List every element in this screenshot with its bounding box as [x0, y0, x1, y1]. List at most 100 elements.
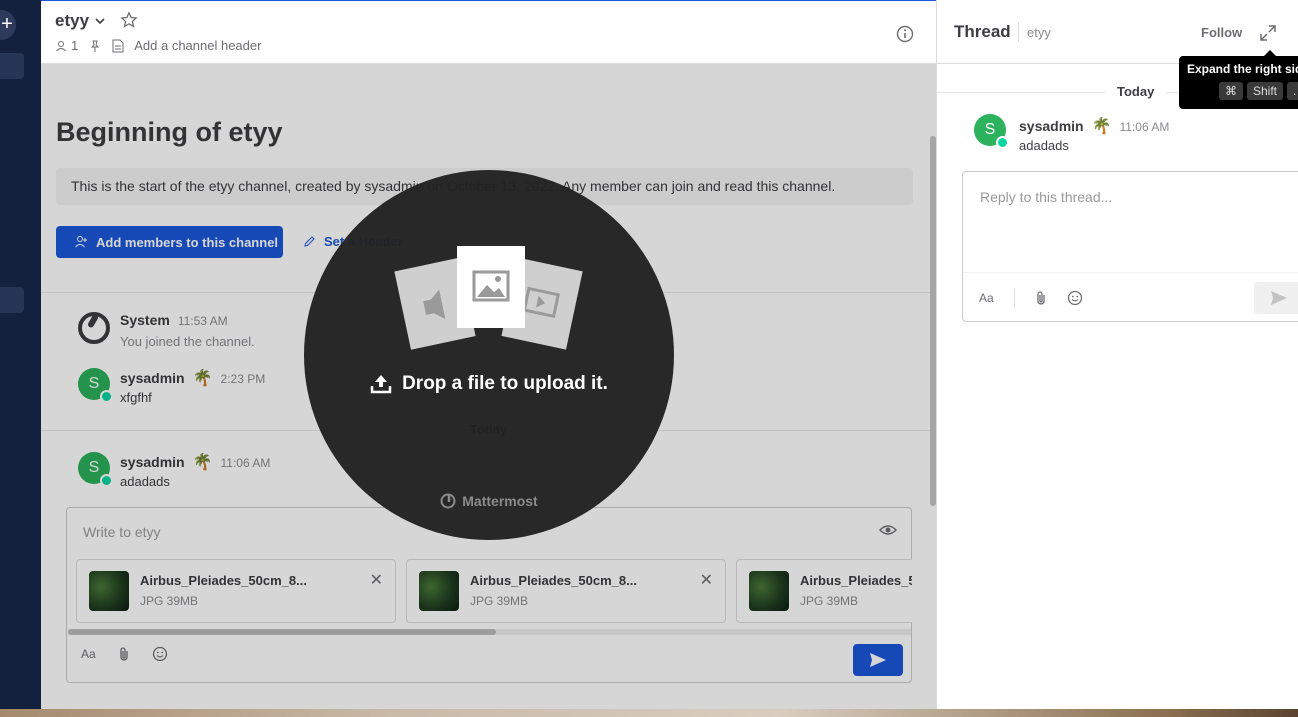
file-attachment[interactable]: Airbus_Pleiades_50cm_8... JPG 39MB ✕: [76, 559, 396, 623]
avatar-letter: S: [984, 121, 996, 138]
channel-meta: 1 Add a channel header: [55, 38, 261, 53]
formatting-toolbar: Aa: [81, 646, 168, 662]
emoji-icon[interactable]: [1067, 290, 1083, 306]
team-sidebar: +: [0, 0, 41, 709]
attachment-icon[interactable]: [1035, 290, 1047, 306]
file-size: JPG 39MB: [800, 594, 859, 608]
divider: [963, 272, 1298, 273]
key: ⌘: [1219, 82, 1243, 100]
shortcut-keys: ⌘ Shift .: [1219, 82, 1298, 100]
file-attachment[interactable]: Airbus_Pleiades_50c JPG 39MB: [736, 559, 912, 623]
brand-name: Mattermost: [462, 493, 538, 509]
file-size: JPG 39MB: [140, 594, 199, 608]
thread-panel: Thread etyy Follow Today S sysadmin 🌴 11…: [936, 0, 1298, 709]
member-icon: [56, 40, 66, 51]
info-icon[interactable]: [896, 25, 914, 43]
online-status-icon: [100, 474, 113, 487]
add-team-button[interactable]: +: [0, 10, 16, 40]
post-text: xfgfhf: [120, 390, 152, 405]
avatar-letter: S: [88, 459, 100, 476]
mattermost-logo-icon: [440, 493, 456, 509]
close-icon[interactable]: ✕: [370, 570, 383, 590]
post-text: adadads: [120, 474, 170, 489]
post-user[interactable]: sysadmin: [120, 370, 185, 386]
expand-icon[interactable]: [1259, 24, 1277, 42]
upload-icon: [370, 375, 392, 394]
file-attachments: Airbus_Pleiades_50cm_8... JPG 39MB ✕ Air…: [76, 559, 912, 623]
file-name: Airbus_Pleiades_50cm_8...: [140, 573, 307, 588]
post-user[interactable]: System: [120, 312, 170, 328]
post-user[interactable]: sysadmin: [1019, 118, 1084, 134]
tooltip-text: Expand the right sidebar: [1187, 62, 1298, 76]
reply-composer: Reply to this thread... Aa: [962, 171, 1298, 322]
file-thumbnail: [89, 571, 129, 611]
close-icon[interactable]: ✕: [700, 570, 713, 590]
post: S sysadmin 🌴 2:23 PM xfgfhf: [78, 368, 265, 405]
eye-icon[interactable]: [879, 523, 897, 537]
member-count-button[interactable]: 1: [55, 38, 78, 53]
thread-post: S sysadmin 🌴 11:06 AM adadads: [974, 114, 1169, 153]
upload-text: Drop a file to upload it.: [402, 373, 608, 394]
reply-input[interactable]: Reply to this thread...: [980, 189, 1112, 205]
divider: [1013, 288, 1015, 308]
add-members-label: Add members to this channel: [96, 234, 279, 250]
member-count: 1: [71, 38, 79, 53]
thread-channel-link[interactable]: etyy: [1027, 25, 1051, 40]
channel-header-placeholder[interactable]: Add a channel header: [134, 38, 261, 53]
team-item[interactable]: [0, 53, 24, 79]
add-user-icon: [75, 236, 87, 248]
message-input[interactable]: Write to etyy: [83, 524, 161, 540]
send-button[interactable]: [1254, 282, 1298, 314]
file-drop-overlay: Drop a file to upload it. Mattermost: [304, 170, 674, 540]
post-text: adadads: [1019, 138, 1069, 153]
post-user[interactable]: sysadmin: [120, 454, 185, 470]
emoji-icon[interactable]: [152, 646, 168, 662]
file-thumbnail: [419, 571, 459, 611]
avatar[interactable]: S: [974, 114, 1009, 149]
file-name: Airbus_Pleiades_50c: [800, 573, 912, 588]
send-button[interactable]: [853, 644, 903, 676]
channel-header: etyy 1 Add a channel header: [41, 0, 936, 64]
upload-message: Drop a file to upload it.: [304, 373, 674, 395]
post-time[interactable]: 11:53 AM: [178, 314, 228, 328]
follow-button[interactable]: Follow: [1201, 25, 1242, 40]
desktop-background-strip: [0, 709, 1298, 717]
post-time[interactable]: 11:06 AM: [221, 456, 271, 470]
pencil-icon: [304, 236, 315, 247]
format-button[interactable]: Aa: [81, 647, 96, 661]
add-members-button[interactable]: Add members to this channel: [56, 226, 283, 258]
file-name: Airbus_Pleiades_50cm_8...: [470, 573, 637, 588]
post: S sysadmin 🌴 11:06 AM adadads: [78, 452, 270, 489]
post-text: You joined the channel.: [120, 334, 255, 349]
thread-title: Thread: [954, 22, 1011, 41]
file-icon[interactable]: [112, 39, 124, 53]
avatar[interactable]: S: [78, 452, 113, 487]
expand-tooltip: Expand the right sidebar ⌘ Shift .: [1179, 50, 1298, 109]
channel-name-button[interactable]: etyy: [55, 11, 105, 31]
chevron-down-icon: [95, 18, 105, 25]
team-item[interactable]: [0, 287, 24, 313]
thread-header: Thread etyy Follow: [937, 0, 1298, 64]
attachments-scrollbar-thumb[interactable]: [68, 629, 496, 635]
divider: [1018, 22, 1019, 42]
attachment-icon[interactable]: [118, 646, 130, 662]
send-icon: [1271, 291, 1287, 305]
key: .: [1287, 82, 1298, 100]
file-attachment[interactable]: Airbus_Pleiades_50cm_8... JPG 39MB ✕: [406, 559, 726, 623]
brand: Mattermost: [304, 493, 674, 509]
status-emoji: 🌴: [192, 370, 213, 387]
send-icon: [870, 653, 886, 667]
format-button[interactable]: Aa: [979, 291, 994, 305]
avatar-letter: S: [88, 375, 100, 392]
post-time[interactable]: 11:06 AM: [1120, 120, 1170, 134]
star-icon[interactable]: [120, 11, 138, 29]
avatar[interactable]: S: [78, 368, 113, 403]
pin-icon[interactable]: [88, 39, 102, 53]
date-label: Today: [1105, 84, 1167, 99]
status-emoji: 🌴: [1091, 118, 1112, 135]
online-status-icon: [996, 136, 1009, 149]
online-status-icon: [100, 390, 113, 403]
key: Shift: [1247, 82, 1284, 100]
post-time[interactable]: 2:23 PM: [221, 372, 266, 386]
file-size: JPG 39MB: [470, 594, 529, 608]
